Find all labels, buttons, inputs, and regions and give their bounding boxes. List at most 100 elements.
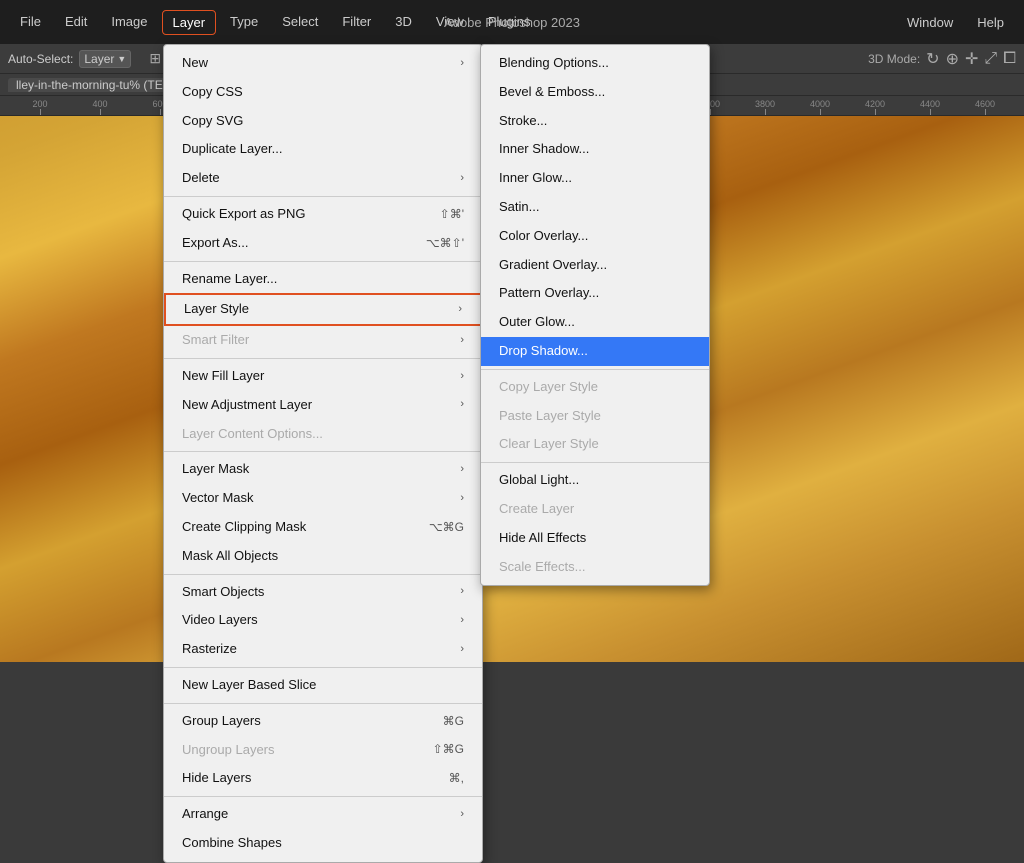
submenu-separator [481,462,709,463]
layer-menu-item-hide-layers[interactable]: Hide Layers⌘, [164,764,482,793]
menu-item-label: Rasterize [182,639,237,660]
submenu-separator [481,369,709,370]
menu-separator [164,703,482,704]
ruler-label: 4000 [810,99,830,109]
layer-style-item-blending-options---[interactable]: Blending Options... [481,49,709,78]
layer-style-item-gradient-overlay---[interactable]: Gradient Overlay... [481,251,709,280]
autoselect-dropdown[interactable]: Layer ▼ [79,50,131,68]
menu-item-label: Ungroup Layers [182,740,275,761]
layer-style-item-satin---[interactable]: Satin... [481,193,709,222]
layer-style-item-hide-all-effects[interactable]: Hide All Effects [481,524,709,553]
layer-menu-item-video-layers[interactable]: Video Layers › [164,606,482,635]
layer-style-item-color-overlay---[interactable]: Color Overlay... [481,222,709,251]
menu-item-label: New Layer Based Slice [182,675,316,696]
layer-style-item-stroke---[interactable]: Stroke... [481,107,709,136]
layer-style-item-clear-layer-style: Clear Layer Style [481,430,709,459]
layer-style-item-create-layer: Create Layer [481,495,709,524]
menubar-item-layer[interactable]: Layer [162,10,217,35]
menu-item-label: Combine Shapes [182,833,282,854]
menu-item-label: Delete [182,168,220,189]
menu-separator [164,667,482,668]
ruler-tick [40,109,41,115]
menubar-item-3d[interactable]: 3D [385,10,422,35]
3d-orbit-icon[interactable]: ⊕ [946,49,959,69]
menu-item-label: Copy SVG [182,111,243,132]
layer-menu-item-rename-layer---[interactable]: Rename Layer... [164,265,482,294]
menu-item-label: Quick Export as PNG [182,204,306,225]
layer-style-item-inner-glow---[interactable]: Inner Glow... [481,164,709,193]
menu-item-label: Create Clipping Mask [182,517,306,538]
menu-item-label: New Adjustment Layer [182,395,312,416]
layer-menu-item-vector-mask[interactable]: Vector Mask › [164,484,482,513]
menubar: Adobe Photoshop 2023 FileEditImageLayerT… [0,0,1024,44]
3d-slide-icon[interactable]: ⤢ [984,50,997,68]
layer-menu-item-group-layers[interactable]: Group Layers⌘G [164,707,482,736]
menu-separator [164,796,482,797]
layer-menu-item-new[interactable]: New› [164,49,482,78]
layer-style-item-paste-layer-style: Paste Layer Style [481,402,709,431]
layer-menu-item-new-adjustment-layer[interactable]: New Adjustment Layer› [164,391,482,420]
3d-camera-icon[interactable]: ⧠ [1003,50,1016,68]
layer-menu-item-combine-shapes[interactable]: Combine Shapes [164,829,482,858]
autoselect-value: Layer [84,52,114,66]
layer-style-item-outer-glow---[interactable]: Outer Glow... [481,308,709,337]
layer-style-item-pattern-overlay---[interactable]: Pattern Overlay... [481,279,709,308]
menubar-item-file[interactable]: File [10,10,51,35]
ruler-label: 200 [32,99,47,109]
layer-style-item-inner-shadow---[interactable]: Inner Shadow... [481,135,709,164]
ruler-tick [875,109,876,115]
menu-item-label: Vector Mask [182,488,254,509]
ruler-tick [765,109,766,115]
menu-item-label: Layer Content Options... [182,424,323,445]
layer-menu-item-layer-mask[interactable]: Layer Mask › [164,455,482,484]
3d-pan-icon[interactable]: ✛ [965,49,978,69]
toolbar-3dmode: 3D Mode: ↻ ⊕ ✛ ⤢ ⧠ [868,49,1016,69]
layer-menu-item-copy-css[interactable]: Copy CSS [164,78,482,107]
menubar-item-help[interactable]: Help [967,11,1014,34]
menu-item-label: Layer Mask [182,459,249,480]
menubar-item-image[interactable]: Image [101,10,157,35]
menubar-item-window[interactable]: Window [897,11,963,34]
layer-menu-item-new-fill-layer[interactable]: New Fill Layer› [164,362,482,391]
menu-shortcut: ⇧⌘G [433,740,464,759]
layer-menu-item-copy-svg[interactable]: Copy SVG [164,107,482,136]
submenu-arrow-icon: › [460,461,464,479]
submenu-arrow-icon: › [460,368,464,386]
submenu-arrow-icon: › [460,170,464,188]
menu-item-label: Mask All Objects [182,546,278,567]
ruler-label: 4200 [865,99,885,109]
menu-separator [164,196,482,197]
layer-style-item-bevel---emboss---[interactable]: Bevel & Emboss... [481,78,709,107]
submenu-arrow-icon: › [460,490,464,508]
layer-menu-item-new-layer-based-slice[interactable]: New Layer Based Slice [164,671,482,700]
layer-menu-item-export-as---[interactable]: Export As...⌥⌘⇧' [164,229,482,258]
3d-rotate-icon[interactable]: ↻ [926,49,939,69]
layer-style-item-global-light---[interactable]: Global Light... [481,466,709,495]
menu-item-label: Arrange [182,804,228,825]
submenu-arrow-icon: › [460,612,464,630]
menu-item-label: Rename Layer... [182,269,277,290]
ruler-tick [930,109,931,115]
layer-menu-item-create-clipping-mask[interactable]: Create Clipping Mask⌥⌘G [164,513,482,542]
layer-menu-item-delete[interactable]: Delete › [164,164,482,193]
submenu-arrow-icon: › [460,806,464,824]
menu-shortcut: ⌥⌘⇧' [426,234,464,253]
layer-menu-item-rasterize[interactable]: Rasterize› [164,635,482,664]
menubar-item-select[interactable]: Select [272,10,328,35]
menu-item-label: Video Layers [182,610,258,631]
menubar-item-edit[interactable]: Edit [55,10,97,35]
layer-menu-item-layer-style[interactable]: Layer Style› [164,293,482,326]
layer-style-item-drop-shadow---[interactable]: Drop Shadow... [481,337,709,366]
menu-item-label: Smart Objects [182,582,264,603]
layer-menu-item-mask-all-objects[interactable]: Mask All Objects [164,542,482,571]
layer-menu-item-duplicate-layer---[interactable]: Duplicate Layer... [164,135,482,164]
menubar-item-type[interactable]: Type [220,10,268,35]
menubar-item-filter[interactable]: Filter [332,10,381,35]
layer-menu-item-quick-export-as-png[interactable]: Quick Export as PNG⇧⌘' [164,200,482,229]
layer-menu-item-arrange[interactable]: Arrange › [164,800,482,829]
layer-menu-item-smart-objects[interactable]: Smart Objects› [164,578,482,607]
menu-separator [164,261,482,262]
ruler-label: 3800 [755,99,775,109]
layer-menu-item-layer-content-options---: Layer Content Options... [164,420,482,449]
layer-menu: New›Copy CSSCopy SVGDuplicate Layer...De… [163,44,483,863]
